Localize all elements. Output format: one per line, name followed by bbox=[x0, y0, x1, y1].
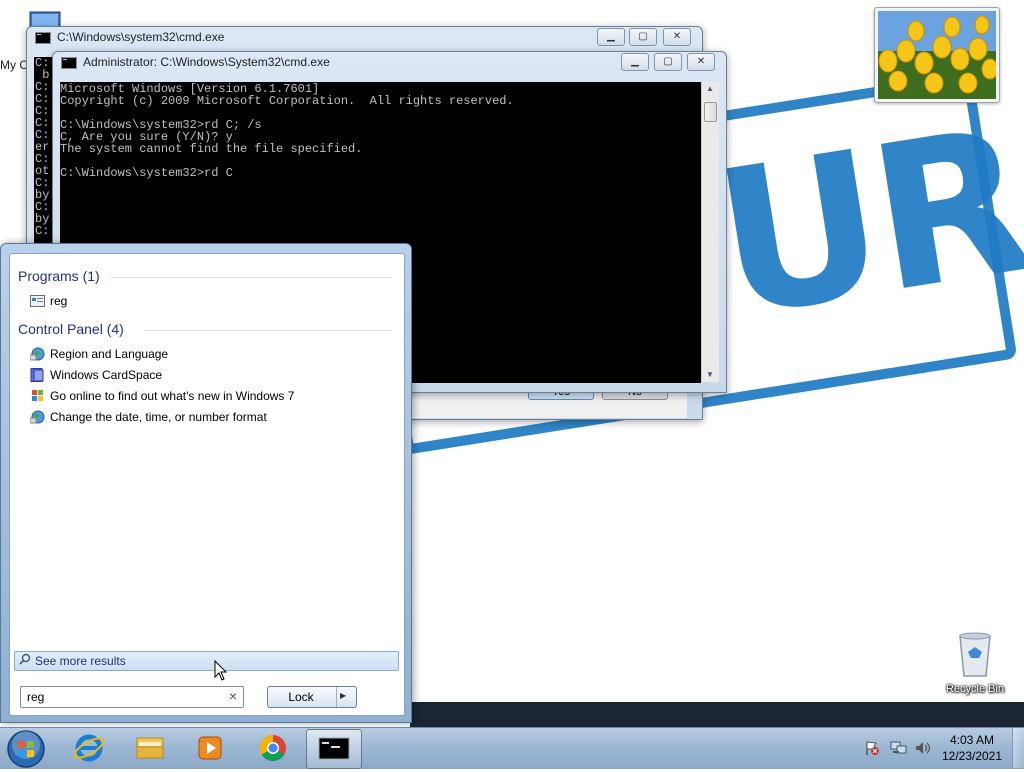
divider bbox=[336, 687, 337, 707]
cmd-taskbar-button[interactable] bbox=[306, 729, 362, 769]
globe-icon bbox=[29, 410, 45, 424]
scroll-down-arrow-icon[interactable]: ▼ bbox=[702, 368, 718, 382]
cmd-icon bbox=[61, 57, 77, 69]
show-desktop-button[interactable] bbox=[1012, 728, 1024, 768]
maximize-button[interactable]: ▢ bbox=[654, 53, 682, 71]
scroll-up-arrow-icon[interactable]: ▲ bbox=[702, 82, 718, 96]
cp-item-date-time-format[interactable]: Change the date, time, or number format bbox=[29, 407, 267, 427]
close-button[interactable]: ✕ bbox=[687, 53, 715, 71]
cmd-back-title: C:\Windows\system32\cmd.exe bbox=[57, 30, 225, 44]
lock-options-arrow-icon[interactable]: ▶ bbox=[340, 691, 346, 700]
start-menu[interactable]: Programs (1) reg Control Panel (4) Regio… bbox=[0, 243, 412, 723]
internet-explorer-taskbar-button[interactable] bbox=[62, 729, 116, 767]
cp-item-label: Windows CardSpace bbox=[50, 368, 163, 382]
close-button[interactable]: ✕ bbox=[663, 28, 691, 46]
clock-date: 12/23/2021 bbox=[941, 749, 1003, 763]
start-search-input[interactable]: reg × bbox=[20, 686, 244, 708]
search-input-value[interactable]: reg bbox=[27, 690, 44, 704]
search-icon bbox=[19, 652, 35, 670]
cmd-admin-title: Administrator: C:\Windows\System32\cmd.e… bbox=[83, 55, 330, 69]
maximize-button[interactable]: ▢ bbox=[629, 28, 657, 46]
desktop-background-strip bbox=[410, 702, 1024, 727]
media-player-taskbar-button[interactable] bbox=[184, 729, 238, 767]
media-player-icon bbox=[198, 736, 222, 760]
cmd-icon bbox=[35, 32, 51, 44]
cp-item-label: Region and Language bbox=[50, 347, 169, 361]
windows-flag-icon bbox=[30, 389, 45, 403]
lock-button-label: Lock bbox=[288, 690, 314, 704]
network-icon[interactable] bbox=[890, 740, 908, 759]
lock-button[interactable]: Lock ▶ bbox=[267, 686, 357, 708]
clear-search-icon[interactable]: × bbox=[229, 688, 237, 704]
start-menu-results-panel: Programs (1) reg Control Panel (4) Regio… bbox=[9, 253, 405, 716]
mouse-cursor-icon bbox=[214, 659, 228, 685]
user-picture-tile[interactable] bbox=[874, 7, 1000, 103]
cp-item-region-language[interactable]: Region and Language bbox=[29, 344, 169, 364]
cardspace-icon bbox=[30, 368, 45, 382]
tulips-image bbox=[878, 11, 996, 99]
internet-explorer-icon bbox=[73, 734, 105, 762]
cp-item-cardspace[interactable]: Windows CardSpace bbox=[30, 365, 162, 385]
volume-icon[interactable] bbox=[914, 740, 932, 759]
control-panel-header[interactable]: Control Panel (4) bbox=[18, 321, 124, 337]
recycle-bin-label[interactable]: Recycle Bin bbox=[930, 683, 1020, 695]
vertical-scrollbar[interactable]: ▲ ▼ bbox=[701, 82, 719, 382]
minimize-button[interactable]: ▁ bbox=[621, 53, 649, 71]
windows-explorer-taskbar-button[interactable] bbox=[123, 729, 177, 767]
registry-editor-icon bbox=[30, 294, 45, 308]
taskbar: 4:03 AM 12/23/2021 bbox=[0, 727, 1024, 769]
start-orb-icon[interactable] bbox=[6, 729, 46, 769]
see-more-label: See more results bbox=[35, 654, 126, 668]
divider bbox=[110, 277, 392, 278]
chrome-icon bbox=[259, 734, 286, 762]
cp-item-label: Go online to find out what's new in Wind… bbox=[50, 389, 295, 403]
cmd-icon bbox=[318, 737, 350, 760]
see-more-results-button[interactable]: See more results bbox=[14, 651, 399, 671]
programs-header[interactable]: Programs (1) bbox=[18, 268, 100, 284]
divider bbox=[144, 330, 392, 331]
cp-item-label: Change the date, time, or number format bbox=[50, 410, 267, 424]
folder-icon bbox=[136, 737, 164, 759]
scroll-thumb[interactable] bbox=[704, 102, 717, 122]
chrome-taskbar-button[interactable] bbox=[246, 729, 300, 767]
taskbar-clock[interactable]: 4:03 AM 12/23/2021 bbox=[940, 732, 1004, 764]
action-center-flag-icon[interactable] bbox=[864, 740, 880, 759]
program-item-label: reg bbox=[50, 294, 68, 308]
minimize-button[interactable]: ▁ bbox=[597, 28, 625, 46]
cp-item-whats-new[interactable]: Go online to find out what's new in Wind… bbox=[30, 386, 294, 406]
recycle-bin-icon[interactable] bbox=[950, 630, 1000, 680]
globe-icon bbox=[29, 347, 45, 361]
clock-time: 4:03 AM bbox=[949, 733, 995, 747]
program-item-reg[interactable]: reg bbox=[30, 291, 67, 311]
